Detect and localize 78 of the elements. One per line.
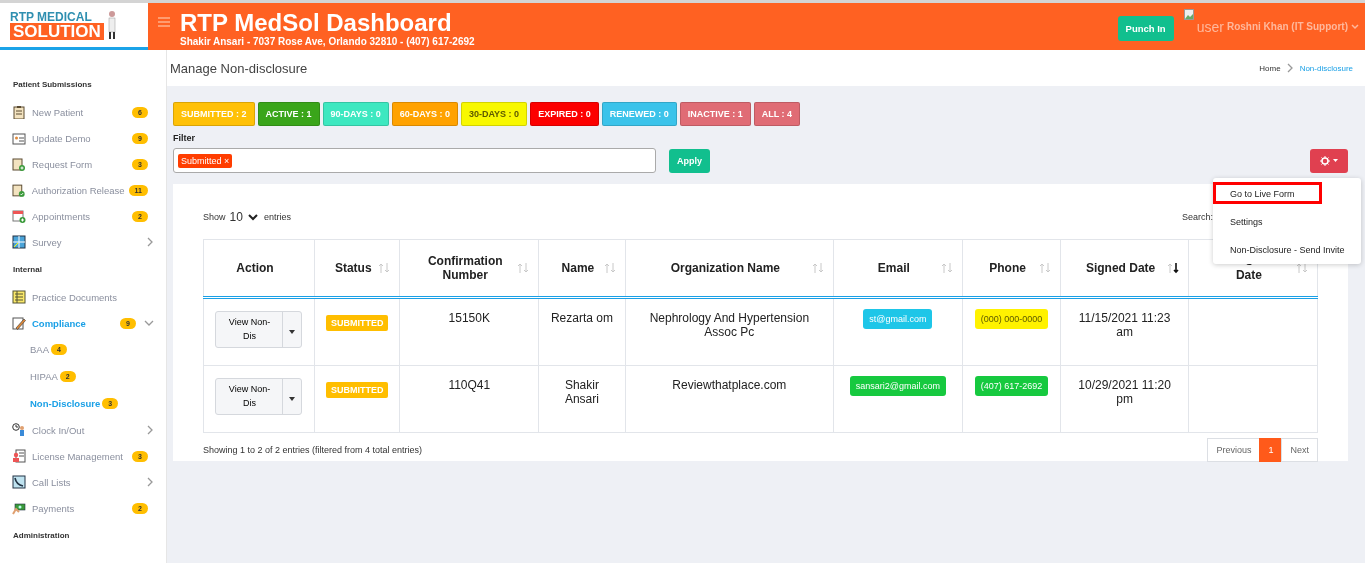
status-badge: SUBMITTED (326, 315, 389, 331)
id-card-icon (12, 131, 26, 145)
status-badge: SUBMITTED (326, 382, 389, 398)
sidebar-item[interactable]: Call Lists (0, 469, 166, 495)
breadcrumb-current: Non-disclosure (1299, 63, 1353, 73)
settings-dropdown-button[interactable] (1310, 148, 1348, 173)
grid-chart-icon (12, 235, 26, 249)
table-cell: 110Q41 (400, 365, 539, 433)
page-title: Manage Non-disclosure (170, 60, 308, 76)
status-filter-button[interactable]: 30-DAYS : 0 (460, 102, 528, 126)
search-label: Search: (1181, 212, 1213, 222)
table-info: Showing 1 to 2 of 2 entries (filtered from 4 total entries) (203, 445, 423, 455)
status-filter-button[interactable]: EXPIRED : 0 (530, 102, 599, 126)
clock-person-icon (12, 423, 26, 437)
dashboard-title: RTP MedSol Dashboard (180, 11, 453, 35)
clipboard-plus-icon (12, 157, 26, 171)
column-header[interactable]: Signed Date (1085, 261, 1156, 275)
table-cell: 11/15/2021 11:23 am (1060, 297, 1189, 366)
caret-icon (289, 330, 296, 334)
column-header: Action (236, 261, 274, 275)
phone-list-icon (12, 475, 26, 489)
figure-icon (105, 10, 118, 40)
table-cell: Rezarta om (538, 297, 626, 366)
show-label: Show (203, 212, 226, 222)
settings-icon (1320, 155, 1330, 166)
section-heading: Internal (12, 264, 43, 276)
notepad-icon (12, 290, 26, 304)
caret-icon (1333, 159, 1338, 162)
practice-address: Shakir Ansari - 7037 Rose Ave, Orlando 32810 - (407) 617-2692 (180, 36, 475, 47)
avatar-alt-text: user (1196, 18, 1224, 35)
column-header[interactable]: Phone (989, 261, 1026, 275)
clipboard-icon (12, 105, 26, 119)
filter-field[interactable]: Submitted × (173, 148, 656, 173)
chevron-down-icon (144, 319, 154, 327)
menu-item[interactable]: Settings (1215, 212, 1359, 230)
table-cell: 10/29/2021 11:20 pm (1060, 365, 1189, 433)
sidebar-item[interactable]: Practice Documents (0, 284, 166, 310)
caret-icon (289, 397, 296, 401)
table-cell: Reviewthatplace.com (625, 365, 834, 433)
certificate-icon (12, 449, 26, 463)
menu-item[interactable]: Go to Live Form (1215, 184, 1320, 202)
table-cell: Nephrology And Hypertension Assoc Pc (625, 297, 834, 366)
logo-text: RTP MEDICAL (10, 10, 93, 23)
table-cell: 15150K (400, 297, 539, 366)
breadcrumb-separator-icon (1286, 63, 1294, 73)
sort-icon[interactable] (1166, 262, 1179, 274)
chevron-right-icon (147, 477, 154, 487)
column-header[interactable]: Status (334, 261, 372, 275)
email-badge: st@gmail.com (863, 309, 933, 329)
pagination-button[interactable]: Previous (1207, 438, 1261, 462)
page-size-select[interactable]: 10 (229, 210, 258, 224)
table-cell: Shakir Ansari (538, 365, 626, 433)
phone-badge: (407) 617-2692 (974, 376, 1049, 396)
filter-label: Filter (173, 133, 196, 143)
breadcrumb-link[interactable]: Home (1259, 63, 1281, 73)
email-badge: sansari2@gmail.com (849, 376, 946, 396)
clipboard-check-icon (12, 183, 26, 197)
section-heading: Administration (12, 530, 71, 542)
sidebar-item[interactable]: Clock In/Out (0, 417, 166, 443)
logo-text: SOLUTION (10, 22, 104, 40)
pagination-button[interactable]: Next (1281, 438, 1318, 462)
menu-icon[interactable] (158, 17, 170, 27)
phone-badge: (000) 000-0000 (974, 309, 1049, 329)
chevron-down-icon (247, 213, 258, 221)
caret-icon[interactable] (1351, 23, 1359, 30)
broken-image-icon (1183, 9, 1194, 20)
column-header[interactable]: Name (561, 261, 595, 275)
column-header[interactable]: Email (877, 261, 910, 275)
section-heading: Patient Submissions (12, 79, 93, 91)
money-icon (12, 501, 26, 515)
chevron-right-icon (147, 237, 154, 247)
pen-paper-icon (12, 316, 26, 330)
calendar-plus-icon (12, 209, 26, 223)
filter-tag[interactable]: Submitted × (178, 153, 233, 168)
chevron-right-icon (147, 425, 154, 435)
column-header[interactable]: Organization Name (670, 261, 781, 275)
entries-label: entries (263, 212, 291, 222)
menu-item[interactable]: Non-Disclosure - Send Invite (1215, 240, 1359, 258)
